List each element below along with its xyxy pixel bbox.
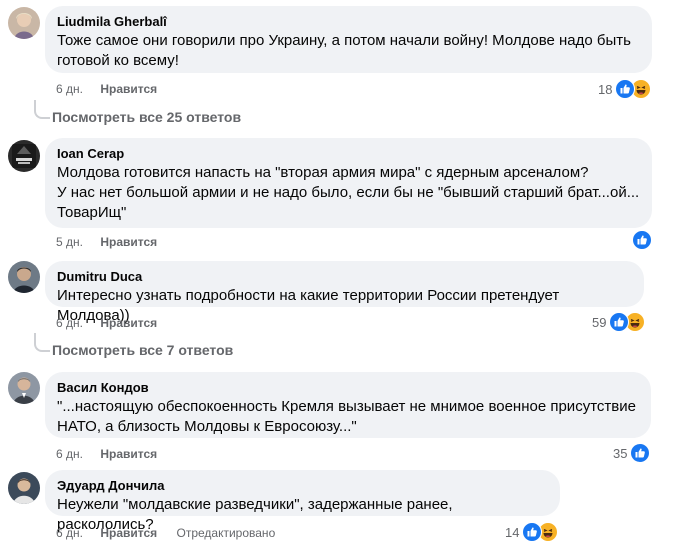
comment-author[interactable]: Dumitru Duca xyxy=(57,269,632,285)
like-button[interactable]: Нравится xyxy=(100,525,157,541)
like-icon xyxy=(609,312,630,332)
comment-time[interactable]: 6 дн. xyxy=(56,446,83,462)
avatar[interactable] xyxy=(8,140,40,172)
comment-text-line: готовой ко всему! xyxy=(57,52,179,69)
comment-bubble: Ioan Cerap Молдова готовится напасть на … xyxy=(45,138,652,228)
comment-text-line: ТоварИщ" xyxy=(57,204,127,221)
reaction-summary[interactable]: 18 xyxy=(598,79,652,99)
like-button[interactable]: Нравится xyxy=(100,315,157,331)
avatar[interactable] xyxy=(8,472,40,504)
comment-time[interactable]: 6 дн. xyxy=(56,81,83,97)
comment-bubble: Эдуард Дончила Неужели "молдавские разве… xyxy=(45,470,560,533)
like-icon xyxy=(632,230,652,250)
comment-meta: 6 дн. Нравится xyxy=(56,81,157,97)
reaction-summary[interactable]: 35 xyxy=(613,443,651,463)
comment-time[interactable]: 6 дн. xyxy=(56,525,83,541)
comment-bubble: Liudmila Gherbalî Тоже самое они говорил… xyxy=(45,6,652,73)
comment-author[interactable]: Liudmila Gherbalî xyxy=(57,14,640,30)
like-icon xyxy=(630,443,651,463)
comment-author[interactable]: Эдуард Дончила xyxy=(57,478,548,494)
comment-bubble: Dumitru Duca Интересно узнать подробност… xyxy=(45,261,644,324)
comment-time[interactable]: 5 дн. xyxy=(56,234,83,250)
like-button[interactable]: Нравится xyxy=(100,81,157,97)
avatar[interactable] xyxy=(8,7,40,39)
comment-author[interactable]: Ioan Cerap xyxy=(57,146,640,162)
comment-bubble: Васил Кондов "...настоящую обеспокоеннос… xyxy=(45,372,651,438)
comment-text-line: Молдова готовится напасть на "вторая арм… xyxy=(57,164,589,181)
comment-author[interactable]: Васил Кондов xyxy=(57,380,639,396)
avatar[interactable] xyxy=(8,261,40,293)
like-button[interactable]: Нравится xyxy=(100,234,157,250)
reaction-count: 14 xyxy=(505,524,520,540)
comment-meta: 6 дн. Нравится xyxy=(56,315,157,331)
comment-text-line: Тоже самое они говорили про Украину, а п… xyxy=(57,32,631,49)
reaction-count: 35 xyxy=(613,445,628,461)
comment-time[interactable]: 6 дн. xyxy=(56,315,83,331)
comment-text-line: "...настоящую обеспокоенность Кремля выз… xyxy=(57,398,636,415)
reaction-summary[interactable] xyxy=(632,230,652,250)
reaction-count: 59 xyxy=(592,314,607,330)
comment-text-line: У нас нет большой армии и не надо было, … xyxy=(57,184,640,201)
comment-text: Молдова готовится напасть на "вторая арм… xyxy=(57,163,640,223)
view-replies-link[interactable]: Посмотреть все 25 ответов xyxy=(52,109,241,125)
comment-meta: 6 дн. Нравится xyxy=(56,446,157,462)
thread-connector xyxy=(34,100,50,119)
like-icon xyxy=(615,79,636,99)
reaction-summary[interactable]: 59 xyxy=(592,312,646,332)
reaction-summary[interactable]: 14 xyxy=(505,522,559,542)
comment-text-line: НАТО, а близость Молдовы к Евросоюзу..." xyxy=(57,418,357,435)
comment-meta: 6 дн. Нравится Отредактировано xyxy=(56,525,275,541)
comment-text: "...настоящую обеспокоенность Кремля выз… xyxy=(57,397,639,437)
comment-meta: 5 дн. Нравится xyxy=(56,234,157,250)
view-replies-link[interactable]: Посмотреть все 7 ответов xyxy=(52,342,233,358)
like-button[interactable]: Нравится xyxy=(100,446,157,462)
like-icon xyxy=(522,522,543,542)
thread-connector xyxy=(34,333,50,352)
reaction-count: 18 xyxy=(598,81,613,97)
comment-text: Тоже самое они говорили про Украину, а п… xyxy=(57,31,640,71)
avatar[interactable] xyxy=(8,372,40,404)
edited-label: Отредактировано xyxy=(176,526,276,540)
